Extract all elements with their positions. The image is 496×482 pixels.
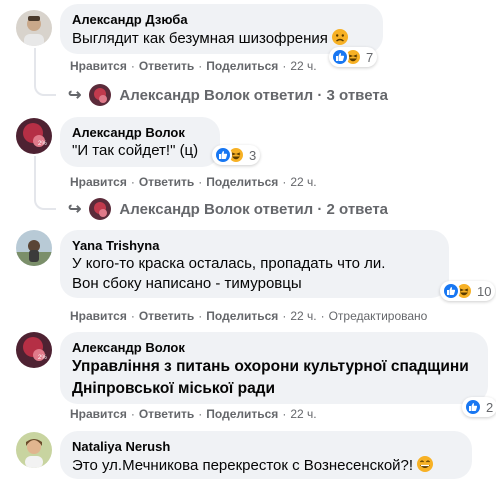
reaction-count: 10 [477, 283, 492, 299]
replies-label: Александр Волок ответил · 3 ответа [119, 86, 389, 104]
separator-dot: · [130, 309, 135, 323]
like-link[interactable]: Нравится [70, 175, 127, 189]
comment-author[interactable]: Nataliya Nerush [72, 439, 460, 455]
like-link[interactable]: Нравится [70, 59, 127, 73]
reply-link[interactable]: Ответить [139, 175, 194, 189]
separator-dot: · [282, 309, 287, 323]
comment-bubble-3: Yana Trishyna У кого-то краска осталась,… [60, 230, 449, 298]
timestamp[interactable]: 22 ч. [290, 407, 316, 421]
reaction-summary[interactable]: 10 [440, 281, 496, 301]
comment-bubble-4: Александр Волок Управління з питань охор… [60, 332, 488, 404]
reaction-summary[interactable]: 7 [329, 47, 378, 67]
avatar-aleksandr-volok[interactable]: 2% [16, 118, 52, 154]
share-link[interactable]: Поделиться [206, 59, 278, 73]
separator-dot: · [198, 175, 203, 189]
share-link[interactable]: Поделиться [206, 175, 278, 189]
comment-actions: Нравится · Ответить · Поделиться · 22 ч. [70, 58, 317, 74]
separator-dot: · [320, 309, 325, 323]
reply-arrow-icon: ↪ [68, 87, 82, 104]
comment-text-line-1: У кого-то краска осталась, пропадать что… [72, 255, 386, 272]
comment-bubble-1: Александр Дзюба Выглядит как безумная ши… [60, 4, 383, 54]
thumbs-up-icon [464, 398, 482, 416]
comment-actions: Нравится · Ответить · Поделиться · 22 ч. [70, 406, 317, 422]
avatar-aleksandr-volok-mini [89, 84, 112, 106]
replies-label: Александр Волок ответил · 2 ответа [119, 200, 389, 218]
avatar-aleksandr-volok-mini [89, 198, 112, 220]
comment-text-content: Это ул.Мечникова перекресток с Вознесенс… [72, 457, 414, 474]
reaction-count: 3 [249, 147, 257, 163]
reply-link[interactable]: Ответить [139, 59, 194, 73]
comment-author[interactable]: Yana Trishyna [72, 238, 437, 254]
comment-text: "И так сойдет!" (ц) [72, 142, 199, 159]
reply-arrow-icon: ↪ [68, 201, 82, 218]
reply-link[interactable]: Ответить [139, 407, 194, 421]
comment-author[interactable]: Александр Волок [72, 125, 208, 141]
separator-dot: · [130, 59, 135, 73]
comment-author[interactable]: Александр Волок [72, 340, 476, 356]
separator-dot: · [198, 407, 203, 421]
timestamp[interactable]: 22 ч. [290, 59, 316, 73]
sad-face-icon [331, 29, 348, 45]
avatar-aleksandr-dzyuba[interactable] [16, 10, 52, 46]
timestamp[interactable]: 22 ч. [290, 309, 316, 323]
share-link[interactable]: Поделиться [206, 309, 278, 323]
comment-text-content: Выглядит как безумная шизофрения [72, 30, 328, 47]
thread-connector [34, 74, 56, 96]
avatar-yana-trishyna[interactable] [16, 230, 52, 266]
like-link[interactable]: Нравится [70, 407, 127, 421]
separator-dot: · [282, 407, 287, 421]
grinning-face-icon [417, 456, 434, 472]
comment-text: Выглядит как безумная шизофрения [72, 28, 371, 49]
comment-actions: Нравится · Ответить · Поделиться · 22 ч. [70, 174, 317, 190]
separator-dot: · [282, 175, 287, 189]
comment-bubble-2: Александр Волок "И так сойдет!" (ц) [60, 117, 220, 167]
comment-bubble-5: Nataliya Nerush Это ул.Мечникова перекре… [60, 431, 472, 479]
reply-link[interactable]: Ответить [139, 309, 194, 323]
reaction-count: 2 [486, 399, 494, 415]
share-link[interactable]: Поделиться [206, 407, 278, 421]
thumbs-up-icon [442, 282, 460, 300]
separator-dot: · [130, 175, 135, 189]
comment-text: Это ул.Мечникова перекресток с Вознесенс… [72, 455, 460, 476]
comment-actions: Нравится · Ответить · Поделиться · 22 ч. · Отред… [70, 308, 427, 324]
comment-text-line-2: Дніпровської міської ради [72, 380, 276, 397]
comment-text-line-2: Вон сбоку написано - тимуровцы [72, 275, 302, 292]
view-replies-link[interactable]: ↪ Александр Волок ответил · 2 ответа [68, 198, 388, 220]
comment-author[interactable]: Александр Дзюба [72, 12, 371, 28]
thumbs-up-icon [331, 48, 349, 66]
separator-dot: · [282, 59, 287, 73]
reaction-count: 7 [366, 49, 374, 65]
avatar-nataliya-nerush[interactable] [16, 432, 52, 468]
like-link[interactable]: Нравится [70, 309, 127, 323]
separator-dot: · [130, 407, 135, 421]
svg-text:2%: 2% [38, 355, 47, 361]
comment-text-line-1: Управління з питань охорони культурної с… [72, 358, 469, 375]
view-replies-link[interactable]: ↪ Александр Волок ответил · 3 ответа [68, 84, 388, 106]
avatar-aleksandr-volok[interactable]: 2% [16, 332, 52, 368]
thread-connector [34, 188, 56, 210]
separator-dot: · [198, 309, 203, 323]
svg-text:2%: 2% [38, 141, 47, 147]
thumbs-up-icon [214, 146, 232, 164]
edited-label[interactable]: Отредактировано [329, 309, 428, 323]
reaction-summary[interactable]: 3 [212, 145, 261, 165]
timestamp[interactable]: 22 ч. [290, 175, 316, 189]
reaction-summary[interactable]: 2 [462, 397, 496, 417]
separator-dot: · [198, 59, 203, 73]
